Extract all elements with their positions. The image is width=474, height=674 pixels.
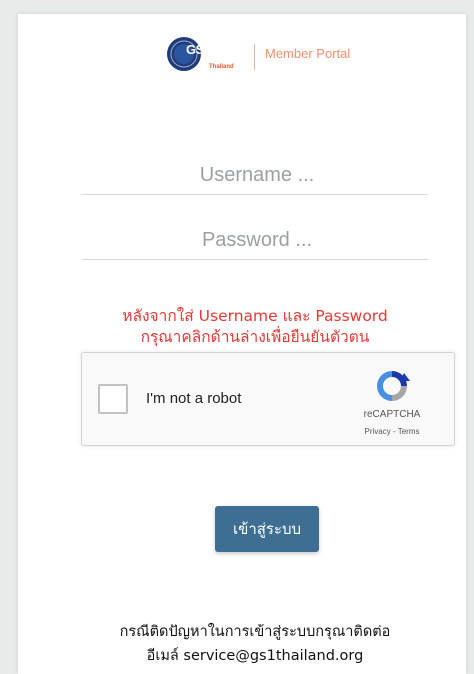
recaptcha-privacy-terms-link[interactable]: Privacy - Terms xyxy=(352,427,432,436)
login-card: GS1 Thailand Member Portal หลังจากใส่ Us… xyxy=(18,14,466,674)
instruction-line-2: กรุณาคลิกด้านล่างเพื่อยืนยันตัวตน xyxy=(140,328,370,346)
support-email-link[interactable]: service@gs1thailand.org xyxy=(183,648,363,664)
login-button[interactable]: เข้าสู่ระบบ xyxy=(215,506,319,552)
portal-label: Member Portal xyxy=(265,46,351,61)
recaptcha-checkbox[interactable] xyxy=(98,384,128,414)
username-field-wrapper xyxy=(82,154,432,196)
help-email-prefix: อีเมล์ xyxy=(146,648,179,664)
password-field-wrapper xyxy=(82,219,432,261)
password-input[interactable] xyxy=(82,219,432,261)
instruction-text: หลังจากใส่ Username และ Password กรุณาคล… xyxy=(82,306,428,348)
help-line-1: กรณีติดปัญหาในการเข้าสู่ระบบกรุณาติดต่อ xyxy=(119,624,391,640)
logo-subtext: Thailand xyxy=(209,64,234,70)
username-input[interactable] xyxy=(82,154,432,196)
logo-divider xyxy=(254,44,255,70)
recaptcha-logo-icon xyxy=(377,371,410,401)
header-logo: GS1 Thailand Member Portal xyxy=(166,24,406,86)
help-line-2: อีเมล์ service@gs1thailand.org xyxy=(82,644,428,668)
instruction-line-1: หลังจากใส่ Username และ Password xyxy=(122,307,388,325)
recaptcha-widget: I'm not a robot reCAPTCHA Privacy - Term… xyxy=(81,352,455,446)
recaptcha-brand: reCAPTCHA xyxy=(363,409,421,420)
help-text: กรณีติดปัญหาในการเข้าสู่ระบบกรุณาติดต่อ … xyxy=(82,620,428,668)
logo-text: GS1 xyxy=(186,42,211,57)
recaptcha-label: I'm not a robot xyxy=(146,390,242,407)
